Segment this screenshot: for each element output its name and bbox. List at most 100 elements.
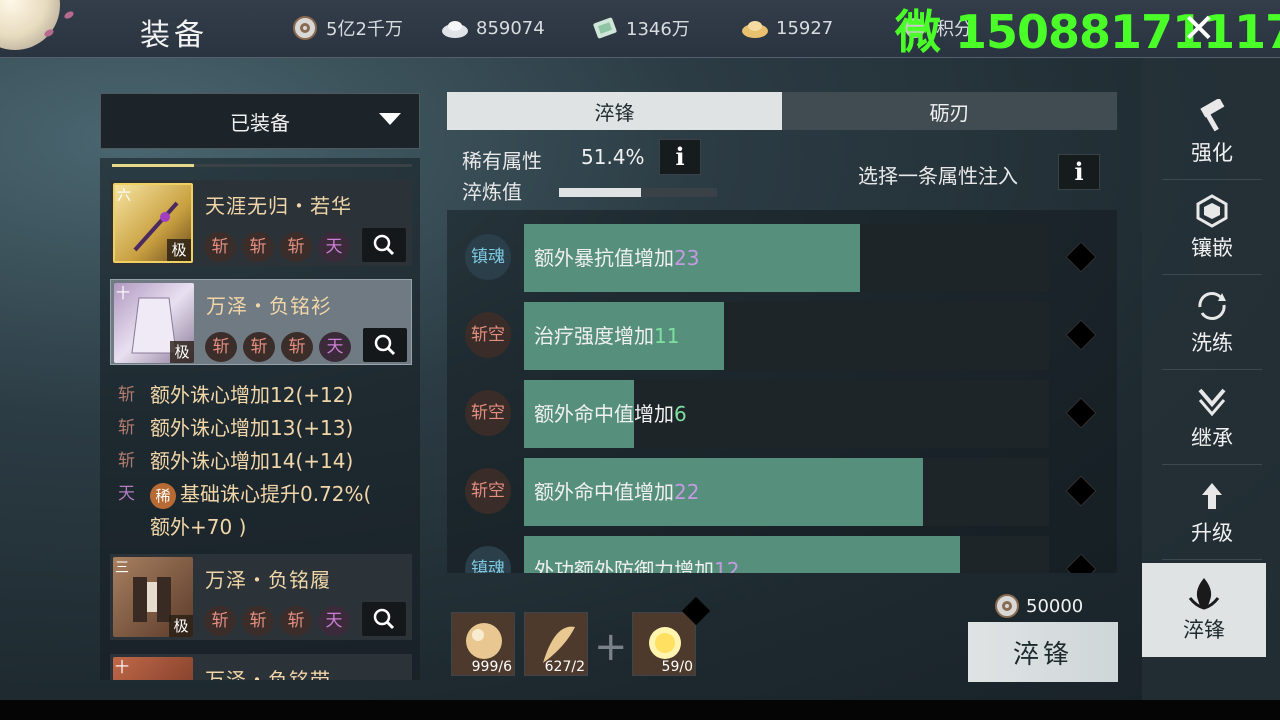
item-tags: 斩 斩 斩 天 (204, 606, 350, 636)
resource-value: 5亿2千万 (326, 19, 403, 40)
menu-item-inlay[interactable]: 镶嵌 (1162, 181, 1262, 275)
gold-ingot-icon (742, 21, 768, 38)
cuifeng-action-button[interactable]: 淬锋 (968, 622, 1118, 682)
search-icon (374, 334, 396, 356)
material-count: 59/0 (661, 659, 693, 675)
attribute-row-continued: 额外+70 ) (118, 512, 418, 545)
equipment-item-selected[interactable]: 十 极 万泽・负铭衫 斩 斩 斩 天 (110, 279, 412, 365)
menu-item-refine[interactable]: 洗练 (1162, 276, 1262, 370)
tag-tian: 天 (318, 232, 350, 262)
attribute-row: 斩 额外诛心增加12(+12) (118, 380, 418, 413)
attribute-text: 额外诛心增加14(+14) (150, 449, 354, 473)
item-thumbnail: 十 极 (114, 283, 194, 363)
silver-ingot-icon (442, 21, 468, 38)
tag-zhan: 斩 (280, 606, 312, 636)
attribute-bar-row[interactable]: 斩空 治疗强度增加11 (447, 300, 1117, 372)
inspect-button[interactable] (362, 602, 406, 636)
menu-item-label: 洗练 (1191, 330, 1233, 355)
inspect-button[interactable] (363, 328, 407, 362)
inject-info-button[interactable]: i (1058, 154, 1100, 190)
tag-zhan: 斩 (242, 606, 274, 636)
hammer-icon (1200, 98, 1225, 131)
menu-item-cuifeng[interactable]: 淬锋 (1142, 563, 1266, 657)
attribute-bar-text: 额外命中值增加22 (534, 480, 700, 504)
refine-progress-bar (559, 188, 717, 197)
menu-item-label: 强化 (1191, 140, 1233, 165)
attribute-text: 额外+70 ) (150, 515, 247, 539)
attribute-kind: 斩 (118, 451, 135, 471)
select-diamond-button[interactable] (1065, 241, 1097, 273)
select-diamond-button[interactable] (1065, 319, 1097, 351)
attribute-bar-track: 外功额外防御力增加12 (524, 536, 1049, 573)
select-diamond-button[interactable] (1065, 397, 1097, 429)
resource-gold-ingot: 15927 (740, 15, 833, 41)
menu-item-upgrade[interactable]: 升级 (1162, 466, 1262, 560)
attribute-bar-number: 11 (654, 324, 680, 348)
game-screen: 装备 5亿2千万 859074 1346万 15927 积分 微 1508817… (0, 0, 1280, 700)
inspect-button[interactable] (362, 228, 406, 262)
attribute-badge: 斩空 (465, 390, 511, 436)
attribute-text: 基础诛心提升0.72%( (180, 482, 372, 506)
attribute-badge: 镇魂 (465, 546, 511, 573)
upgrade-icon (1202, 482, 1222, 509)
attribute-bar-row[interactable]: 斩空 额外命中值增加6 (447, 378, 1117, 450)
attribute-bar-row[interactable]: 斩空 额外命中值增加22 (447, 456, 1117, 528)
petal-decoration (63, 9, 75, 21)
tag-zhan: 斩 (204, 606, 236, 636)
equipment-filter-dropdown[interactable]: 已装备 (100, 93, 420, 149)
item-name: 万泽・负铭履 (205, 568, 331, 592)
attribute-kind: 天 (118, 484, 135, 504)
menu-item-inherit[interactable]: 继承 (1162, 371, 1262, 465)
bottom-black-bar (0, 700, 1280, 720)
jade-ticket-icon (593, 17, 617, 39)
item-grade: 极 (170, 341, 194, 363)
attribute-badge: 镇魂 (465, 234, 511, 280)
item-thumbnail: 三 极 (113, 557, 193, 637)
item-grade: 极 (169, 615, 193, 637)
item-grade: 极 (167, 239, 191, 261)
attribute-row: 斩 额外诛心增加14(+14) (118, 446, 418, 479)
select-diamond-button[interactable] (1065, 475, 1097, 507)
tag-tian: 天 (318, 606, 350, 636)
close-button[interactable]: ✕ (1182, 6, 1216, 52)
rare-badge: 稀 (150, 483, 176, 509)
attribute-bar-row[interactable]: 镇魂 外功额外防御力增加12 (447, 534, 1117, 573)
attribute-kind: 斩 (118, 385, 135, 405)
tag-zhan: 斩 (204, 232, 236, 262)
equipment-list[interactable]: 六 极 天涯无归・若华 斩 斩 斩 天 十 极 万泽・负铭衫 斩 斩 斩 天 斩… (100, 158, 420, 680)
item-thumbnail: 十 (113, 657, 193, 680)
attribute-bar-row[interactable]: 镇魂 额外暴抗值增加23 (447, 222, 1117, 294)
attribute-bar-track: 治疗强度增加11 (524, 302, 1049, 370)
silver-coin-icon (293, 16, 317, 40)
item-tags: 斩 斩 斩 天 (204, 232, 350, 262)
tab-liren[interactable]: 砺刃 (782, 92, 1117, 130)
tag-zhan: 斩 (281, 332, 313, 362)
material-slot[interactable]: 59/0 (632, 612, 696, 676)
equipment-item[interactable]: 三 极 万泽・负铭履 斩 斩 斩 天 (110, 554, 412, 640)
attribute-bars-list[interactable]: 镇魂 额外暴抗值增加23 斩空 治疗强度增加11 斩空 额外命中值增加6 斩空 … (447, 210, 1117, 573)
resource-value: 15927 (776, 17, 834, 39)
attribute-bar-number: 6 (674, 402, 687, 426)
resource-jade-ticket: 1346万 (590, 15, 690, 41)
cost-value: 50000 (1026, 595, 1084, 617)
material-slot[interactable]: 627/2 (524, 612, 588, 676)
menu-item-label: 淬锋 (1183, 618, 1225, 642)
attribute-badge: 斩空 (465, 468, 511, 514)
rare-info-button[interactable]: i (659, 139, 701, 175)
refine-value-label: 淬炼值 (462, 180, 522, 204)
item-name: 万泽・负铭带 (205, 668, 331, 680)
select-diamond-button[interactable] (1065, 553, 1097, 573)
tab-bar: 淬锋 砺刃 (447, 92, 1117, 130)
chevron-down-icon (379, 113, 401, 125)
equipment-item[interactable]: 十 万泽・负铭带 (110, 654, 412, 680)
selected-item-attributes: 斩 额外诛心增加12(+12) 斩 额外诛心增加13(+13) 斩 额外诛心增加… (118, 380, 418, 545)
attribute-bar-text: 治疗强度增加11 (534, 324, 680, 348)
menu-item-strengthen[interactable]: 强化 (1162, 86, 1262, 180)
attribute-row: 天 稀基础诛心提升0.72%( (118, 479, 418, 512)
material-slot[interactable]: 999/6 (451, 612, 515, 676)
tab-cuifeng[interactable]: 淬锋 (447, 92, 782, 130)
resource-silver-coin: 5亿2千万 (290, 15, 403, 41)
plus-icon: + (594, 624, 628, 670)
equipment-item[interactable]: 六 极 天涯无归・若华 斩 斩 斩 天 (110, 180, 412, 266)
watermark-text: 微 15088171117 (895, 5, 1280, 59)
